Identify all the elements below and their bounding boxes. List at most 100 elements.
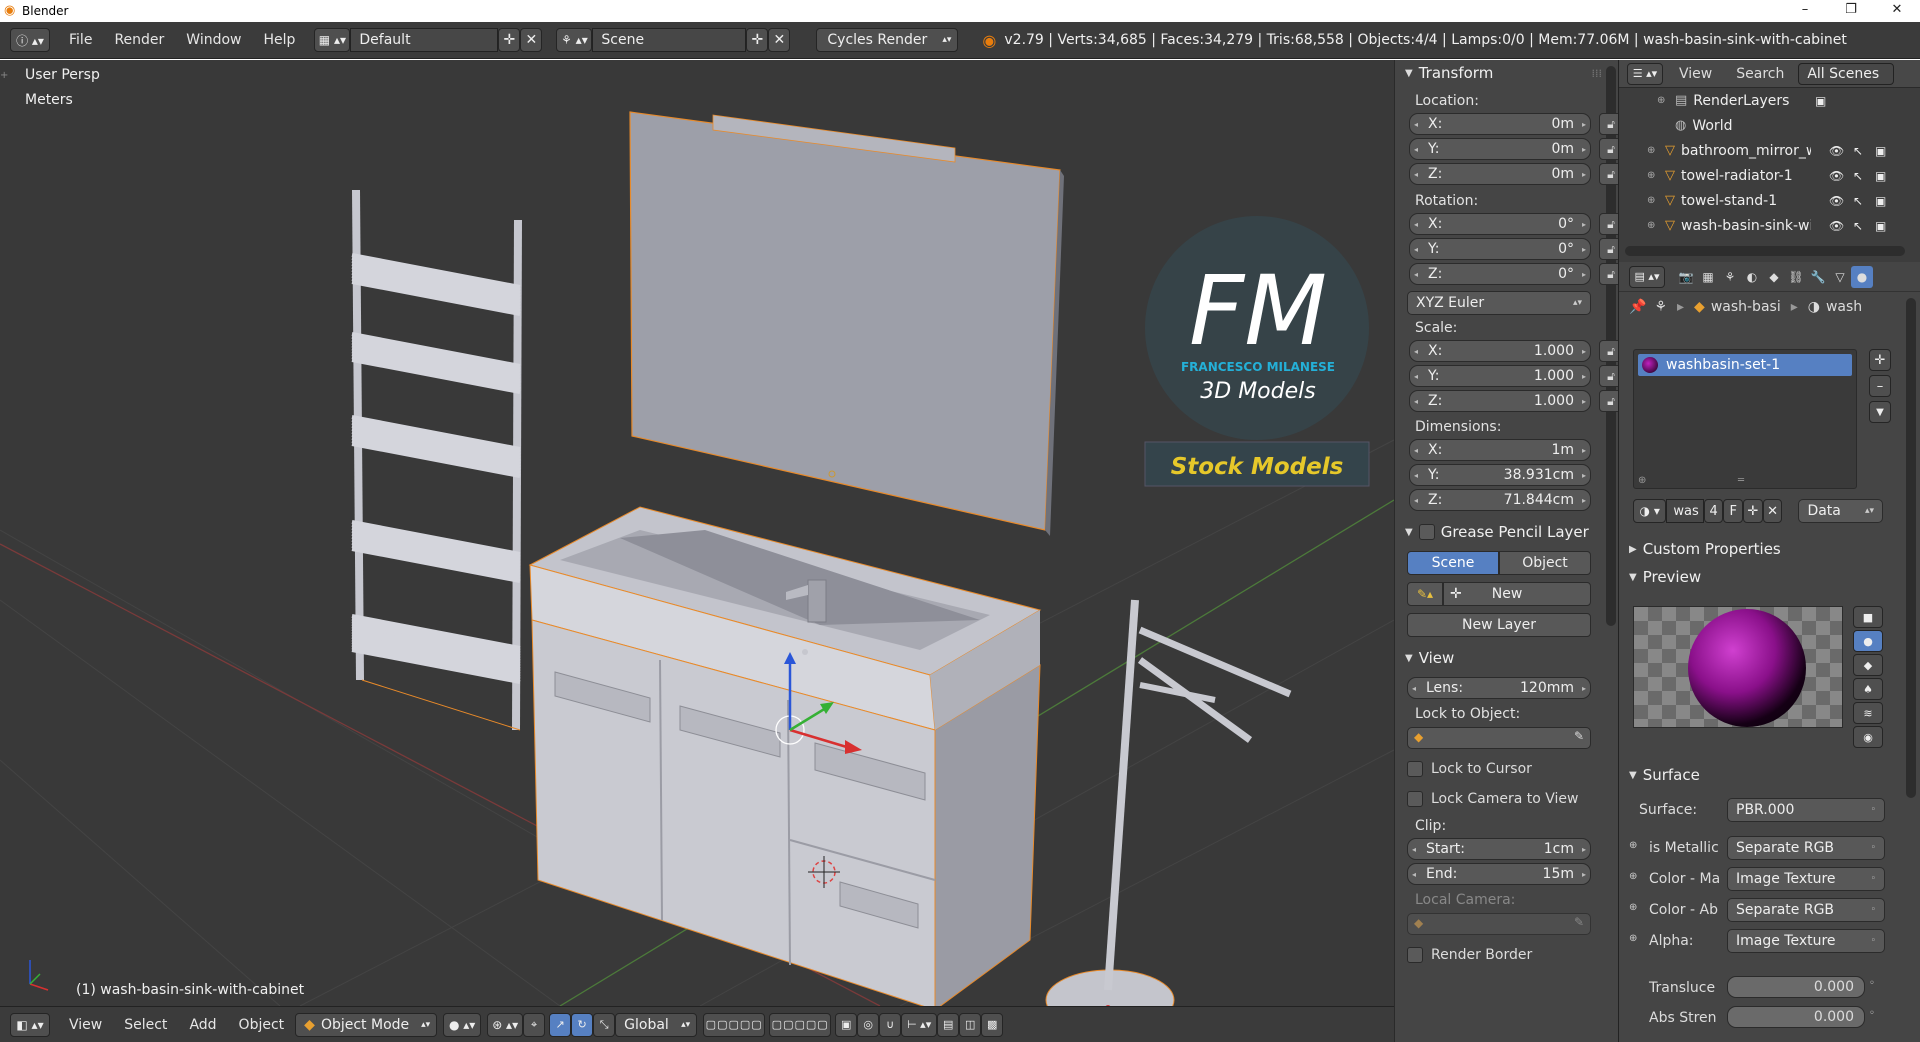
render-camera-icon[interactable]: ▣: [1875, 219, 1886, 233]
render-camera-icon[interactable]: ▣: [1875, 194, 1886, 208]
bathroom-mirror[interactable]: [629, 111, 1064, 536]
increment-arrow-icon[interactable]: ▸: [1578, 372, 1590, 381]
viewport-shading-icon[interactable]: ● ▴▾: [443, 1012, 482, 1037]
menu-select[interactable]: Select: [113, 1017, 178, 1033]
local-camera-field[interactable]: ◆ ✎: [1407, 913, 1591, 935]
transform-panel-header[interactable]: ▼ Transform ⁞⁞⁞: [1395, 60, 1618, 86]
visibility-eye-icon[interactable]: 👁︎: [1829, 144, 1844, 158]
input-link-dropdown[interactable]: Image Texture ◦: [1727, 929, 1885, 953]
surface-panel-header[interactable]: ▼ Surface: [1619, 762, 1899, 788]
location-field-z[interactable]: ◂ Z: 0m ▸ 🔓︎: [1395, 163, 1618, 187]
visibility-eye-icon[interactable]: 👁︎: [1829, 169, 1844, 183]
scale-field-z[interactable]: ◂ Z: 1.000 ▸ 🔓︎: [1395, 390, 1618, 414]
select-cursor-icon[interactable]: ↖: [1853, 169, 1863, 183]
dimension-field-z[interactable]: ◂ Z: 71.844cm ▸: [1395, 489, 1618, 513]
orientation-dropdown[interactable]: Global ▴▾: [615, 1012, 698, 1037]
preview-cube-icon[interactable]: ◆: [1853, 654, 1883, 676]
object-tab-icon[interactable]: ◆: [1763, 266, 1785, 288]
opengl-render-icon[interactable]: ▤: [937, 1012, 960, 1037]
decrement-arrow-icon[interactable]: ◂: [1410, 397, 1422, 406]
menu-object[interactable]: Object: [228, 1017, 296, 1033]
render-engine-dropdown[interactable]: Cycles Render ▴▾: [816, 28, 959, 52]
layer-lock-icon[interactable]: ▣: [835, 1012, 858, 1037]
snap-toggle-icon[interactable]: ∪: [879, 1012, 902, 1037]
number-field[interactable]: ◂ X: 0° ▸: [1409, 213, 1591, 235]
input-socket-icon[interactable]: ⊕: [1629, 933, 1637, 944]
lock-icon[interactable]: 🔓︎: [1599, 138, 1618, 160]
select-cursor-icon[interactable]: ↖: [1853, 194, 1863, 208]
rotation-field-z[interactable]: ◂ Z: 0° ▸ 🔓︎: [1395, 263, 1618, 287]
preview-flat-icon[interactable]: ■: [1853, 606, 1883, 628]
data-tab-icon[interactable]: ▽: [1829, 266, 1851, 288]
select-cursor-icon[interactable]: ↖: [1853, 144, 1863, 158]
preview-world-icon[interactable]: ◉: [1853, 726, 1883, 748]
location-field-y[interactable]: ◂ Y: 0m ▸ 🔓︎: [1395, 138, 1618, 162]
menu-add[interactable]: Add: [178, 1017, 227, 1033]
preview-panel-header[interactable]: ▼ Preview: [1619, 564, 1899, 590]
maximize-button[interactable]: ❐: [1828, 0, 1874, 22]
editor-type-3d-icon[interactable]: ◧ ▴▾: [10, 1012, 50, 1037]
number-field[interactable]: ◂ X: 0m ▸: [1409, 113, 1591, 135]
rotation-field-x[interactable]: ◂ X: 0° ▸ 🔓︎: [1395, 213, 1618, 237]
slot-specials-button[interactable]: ▼: [1869, 401, 1891, 423]
visibility-eye-icon[interactable]: 👁︎: [1829, 194, 1844, 208]
list-filter-icon[interactable]: ⊕: [1638, 475, 1646, 486]
material-users-count[interactable]: 4: [1703, 499, 1724, 523]
number-field[interactable]: ◂ Y: 38.931cm ▸: [1409, 464, 1591, 486]
increment-arrow-icon[interactable]: ▸: [1578, 220, 1590, 229]
toolshelf-toggle-icon[interactable]: +: [0, 70, 10, 84]
increment-arrow-icon[interactable]: ▸: [1578, 397, 1590, 406]
tab-object[interactable]: Object: [1499, 551, 1591, 575]
menu-view[interactable]: View: [58, 1017, 113, 1033]
snap-element-icon[interactable]: ⊢ ▴▾: [901, 1012, 938, 1037]
number-field[interactable]: ◂ Y: 0° ▸: [1409, 238, 1591, 260]
outliner-item[interactable]: ⊕ ▽ wash-basin-sink-wi 👁︎ ↖ ▣: [1619, 213, 1920, 238]
new-layer-button[interactable]: New Layer: [1407, 613, 1591, 637]
wash-basin-cabinet[interactable]: [528, 506, 1042, 1006]
scale-field-x[interactable]: ◂ X: 1.000 ▸ 🔓︎: [1395, 340, 1618, 364]
modifiers-tab-icon[interactable]: 🔧: [1807, 266, 1829, 288]
properties-scrollbar[interactable]: [1906, 298, 1916, 798]
lock-icon[interactable]: 🔓︎: [1599, 263, 1618, 285]
decrement-arrow-icon[interactable]: ◂: [1410, 446, 1422, 455]
menu-render[interactable]: Render: [103, 32, 175, 48]
clip-end-field[interactable]: ◂ End: 15m ▸: [1395, 863, 1618, 887]
towel-stand[interactable]: [1045, 599, 1292, 1006]
increment-arrow-icon[interactable]: ▸: [1578, 496, 1590, 505]
location-field-x[interactable]: ◂ X: 0m ▸ 🔓︎: [1395, 113, 1618, 137]
render-camera-icon[interactable]: ▣: [1875, 169, 1886, 183]
menu-window[interactable]: Window: [175, 32, 252, 48]
number-field[interactable]: ◂ Z: 0° ▸: [1409, 263, 1591, 285]
minimize-button[interactable]: –: [1782, 0, 1828, 22]
lock-icon[interactable]: 🔓︎: [1599, 238, 1618, 260]
render-camera-icon[interactable]: ▣: [1815, 94, 1826, 108]
lock-camera-row[interactable]: Lock Camera to View: [1407, 787, 1618, 811]
render-border-row[interactable]: Render Border: [1407, 943, 1618, 967]
preview-monkey-icon[interactable]: ♠: [1853, 678, 1883, 700]
decrement-arrow-icon[interactable]: ◂: [1410, 220, 1422, 229]
unlink-material-button[interactable]: ✕: [1762, 499, 1783, 523]
decrement-arrow-icon[interactable]: ◂: [1410, 245, 1422, 254]
outliner-item[interactable]: ⊕ ▽ bathroom_mirror_w 👁︎ ↖ ▣: [1619, 138, 1920, 163]
outliner-item[interactable]: ⊕ ▽ towel-stand-1 👁︎ ↖ ▣: [1619, 188, 1920, 213]
number-field[interactable]: ◂ Y: 1.000 ▸: [1409, 365, 1591, 387]
number-field[interactable]: ◂ X: 1m ▸: [1409, 439, 1591, 461]
outliner-display-mode[interactable]: All Scenes: [1798, 62, 1895, 85]
rotate-manipulator-icon[interactable]: ↻: [571, 1012, 594, 1037]
layers-grid-1[interactable]: ▢▢▢▢▢: [703, 1012, 766, 1037]
pivot-point-icon[interactable]: ⊛ ▴▾: [487, 1012, 524, 1037]
outliner-item[interactable]: ◍ World: [1619, 113, 1920, 138]
increment-arrow-icon[interactable]: ▸: [1578, 270, 1590, 279]
preview-sphere-icon[interactable]: ●: [1853, 630, 1883, 652]
pencil-icon[interactable]: ✎▴: [1407, 582, 1443, 606]
outliner-menu-view[interactable]: View: [1679, 66, 1712, 82]
render-still-icon[interactable]: ◫: [959, 1012, 982, 1037]
remove-slot-button[interactable]: –: [1869, 375, 1891, 397]
menu-help[interactable]: Help: [252, 32, 306, 48]
custom-properties-header[interactable]: ▶ Custom Properties: [1619, 536, 1899, 562]
decrement-arrow-icon[interactable]: ◂: [1410, 170, 1422, 179]
add-slot-button[interactable]: ✛: [1869, 349, 1891, 371]
material-name-field[interactable]: was: [1666, 499, 1704, 523]
editor-type-info-icon[interactable]: ⓘ ▴▾: [10, 28, 50, 52]
scene-tab-icon[interactable]: ⚘: [1719, 266, 1741, 288]
